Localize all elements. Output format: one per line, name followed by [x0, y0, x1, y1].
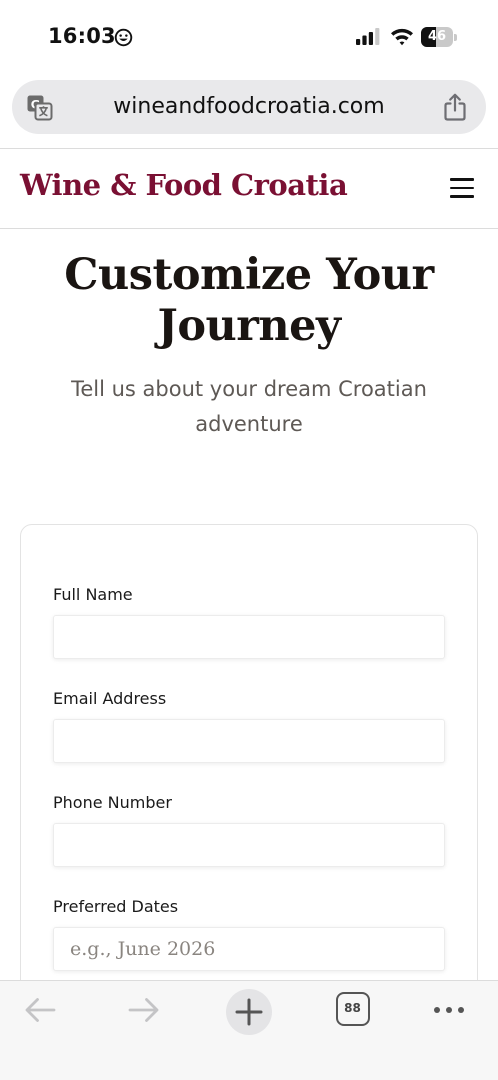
email-field[interactable] — [53, 719, 445, 763]
status-time: 16:03 — [48, 24, 116, 48]
browser-toolbar: 88 — [0, 980, 498, 1080]
tabs-icon[interactable]: 88 — [336, 992, 370, 1026]
menu-icon[interactable] — [450, 178, 474, 198]
page-subtitle: Tell us about your dream Croatian advent… — [40, 372, 458, 442]
tabs-count: 88 — [344, 1001, 361, 1015]
site-logo[interactable]: Wine & Food Croatia — [20, 168, 348, 202]
forward-icon[interactable] — [126, 993, 162, 1027]
new-tab-button[interactable] — [226, 989, 272, 1035]
preferred-dates-label: Preferred Dates — [53, 897, 179, 916]
phone-field[interactable] — [53, 823, 445, 867]
address-bar[interactable]: G wineandfoodcroatia.com — [12, 80, 486, 134]
plus-icon — [235, 998, 263, 1026]
browser-divider — [0, 148, 498, 149]
header-divider — [0, 228, 498, 229]
page-subtitle-line-1: Tell us about your dream Croatian — [71, 377, 427, 401]
translate-icon[interactable]: G — [26, 94, 53, 121]
back-icon[interactable] — [22, 993, 58, 1027]
more-icon[interactable] — [432, 993, 466, 1027]
status-bar: 16:03 46 — [0, 0, 498, 72]
full-name-field[interactable] — [53, 615, 445, 659]
phone-label: Phone Number — [53, 793, 172, 812]
battery-icon: 46 — [421, 27, 457, 47]
page-title: Customize Your Journey — [0, 250, 498, 352]
preferred-dates-field[interactable] — [53, 927, 445, 971]
page-title-line-1: Customize Your — [64, 250, 434, 300]
url-text[interactable]: wineandfoodcroatia.com — [68, 80, 430, 134]
page-subtitle-line-2: adventure — [195, 412, 303, 436]
email-label: Email Address — [53, 689, 167, 708]
signal-icon — [356, 28, 380, 45]
smile-icon — [114, 28, 133, 47]
page-title-line-2: Journey — [157, 301, 341, 351]
full-name-label: Full Name — [53, 585, 133, 604]
battery-level: 46 — [427, 29, 447, 44]
share-icon[interactable] — [442, 93, 468, 121]
wifi-icon — [391, 28, 413, 46]
